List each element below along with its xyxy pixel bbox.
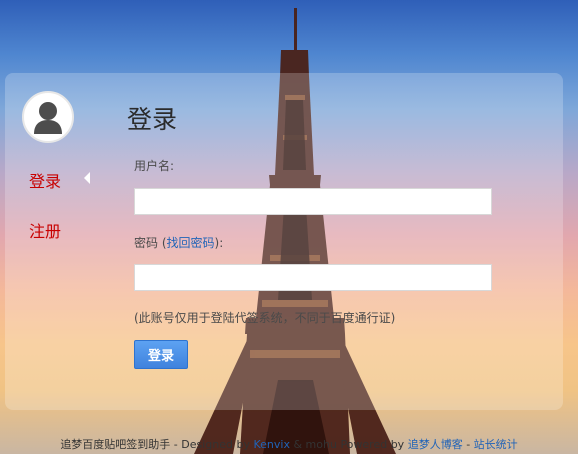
sidebar-item-register[interactable]: 注册 <box>29 218 61 242</box>
footer-powered-link[interactable]: 追梦人博客 <box>408 438 463 451</box>
password-label: 密码 (找回密码): <box>134 234 223 251</box>
user-icon <box>22 91 74 143</box>
footer: 追梦百度贴吧签到助手 - Designed by Kenvix & mohu P… <box>0 436 578 452</box>
footer-site-name: 追梦百度贴吧签到助手 <box>60 438 171 451</box>
password-label-prefix: 密码 ( <box>134 236 167 250</box>
sidebar-item-login[interactable]: 登录 <box>29 168 61 192</box>
footer-separator-2: - <box>462 438 474 451</box>
footer-designed-by: Designed by <box>181 438 254 451</box>
login-panel <box>5 73 563 410</box>
footer-separator-1: - <box>170 438 182 451</box>
forgot-password-link[interactable]: 找回密码 <box>167 236 215 250</box>
username-input[interactable] <box>134 188 492 215</box>
password-input[interactable] <box>134 264 492 291</box>
page-title: 登录 <box>127 105 178 134</box>
footer-designer-link[interactable]: Kenvix <box>254 438 290 451</box>
footer-stats-link[interactable]: 站长统计 <box>474 438 518 451</box>
account-note: (此账号仅用于登陆代签系统，不同于百度通行证) <box>134 311 396 325</box>
caret-left-icon <box>84 172 90 184</box>
footer-powered-by: & mohu Powered by <box>289 438 408 451</box>
login-button[interactable]: 登录 <box>134 340 188 369</box>
password-label-suffix: ): <box>214 236 224 250</box>
username-label: 用户名: <box>134 159 175 173</box>
